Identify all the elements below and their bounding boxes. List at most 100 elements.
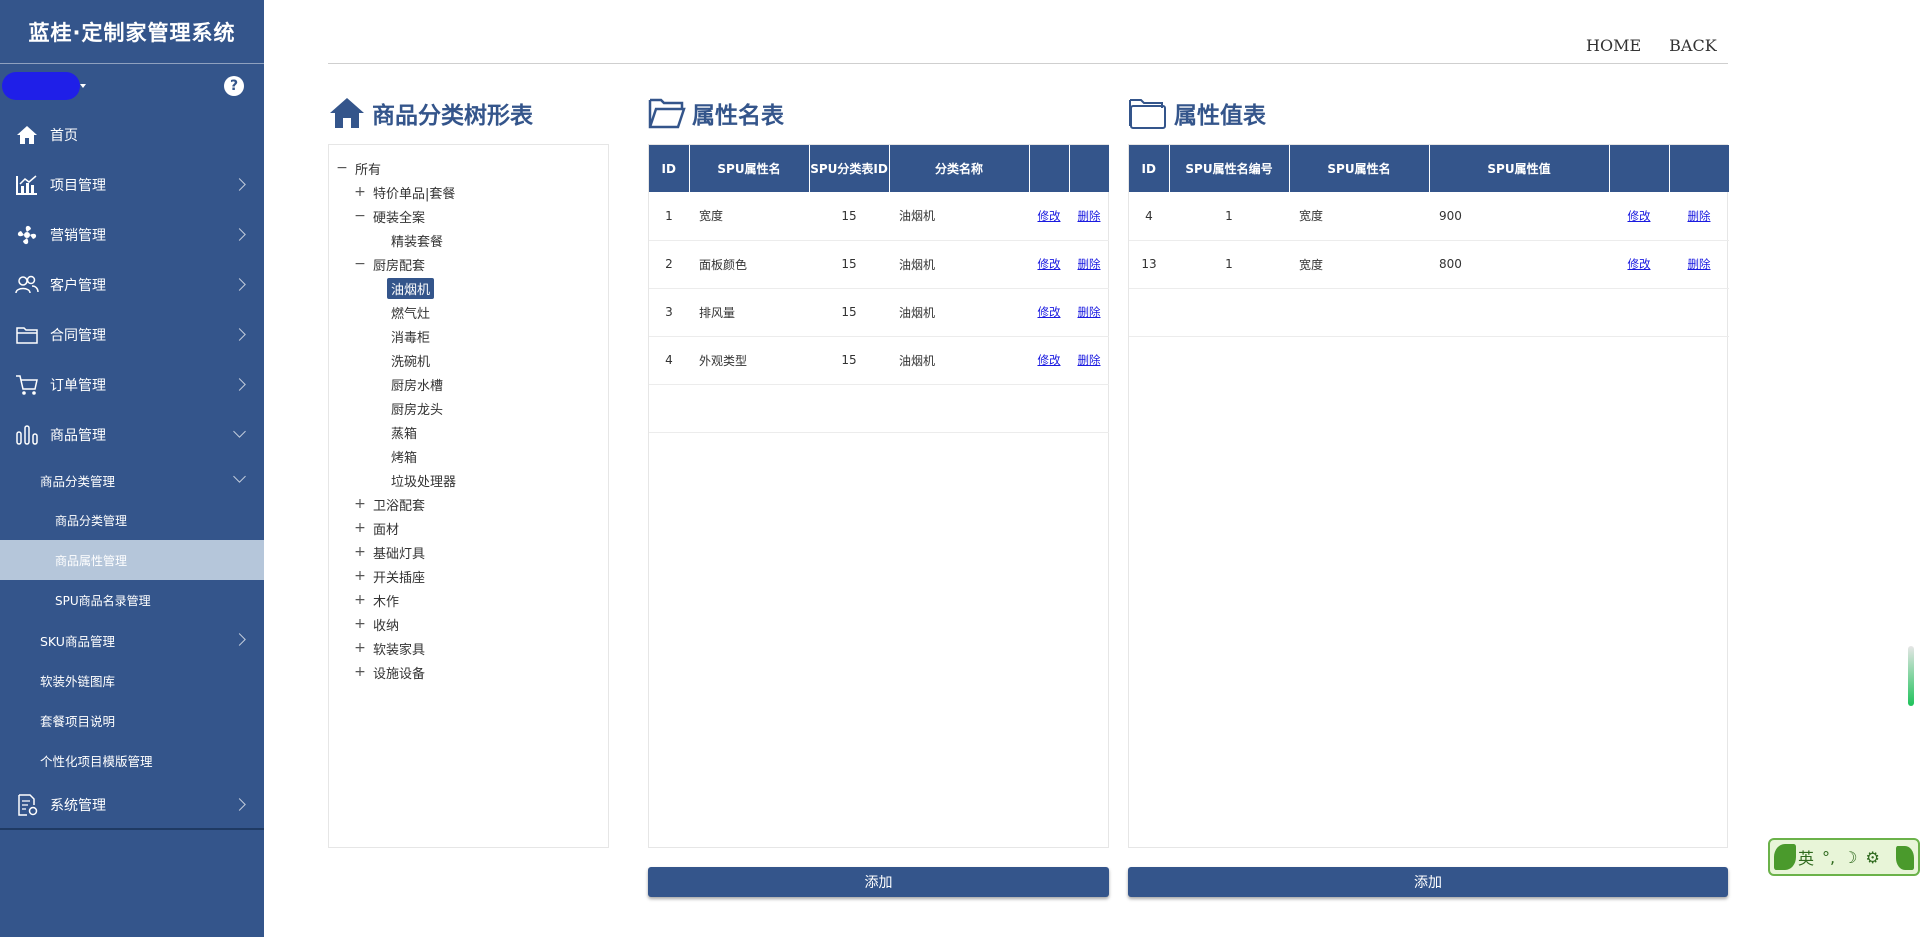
table-row[interactable]: 4 1 宽度 900 修改 删除	[1129, 192, 1729, 241]
tree-node[interactable]: 蒸箱	[369, 421, 421, 443]
tree-node-label[interactable]: 软装家具	[369, 638, 429, 659]
tree-node[interactable]: 烤箱	[369, 445, 421, 467]
tree-node[interactable]: 消毒柜	[369, 325, 434, 347]
sidebar-sub-soft-links[interactable]: 软装外链图库	[0, 660, 264, 700]
expand-icon[interactable]: +	[351, 640, 369, 656]
expand-icon[interactable]: +	[351, 616, 369, 632]
tree-node-selected[interactable]: 油烟机	[369, 277, 435, 299]
tree-node[interactable]: 垃圾处理器	[369, 469, 460, 491]
sidebar-sub-package-desc[interactable]: 套餐项目说明	[0, 700, 264, 740]
sidebar-item-home[interactable]: 首页	[0, 110, 264, 160]
expand-icon[interactable]: +	[351, 568, 369, 584]
delete-link[interactable]: 删除	[1688, 257, 1711, 271]
tree-node-label[interactable]: 洗碗机	[387, 350, 434, 371]
tree-node-label[interactable]: 硬装全案	[369, 206, 429, 227]
tree-node-label[interactable]: 厨房配套	[369, 254, 429, 275]
sidebar-item-contracts[interactable]: 合同管理	[0, 310, 264, 360]
sidebar-item-marketing[interactable]: 营销管理	[0, 210, 264, 260]
expand-icon[interactable]: +	[351, 520, 369, 536]
tree-node-label[interactable]: 收纳	[369, 614, 403, 635]
expand-icon[interactable]: +	[351, 496, 369, 512]
tree-node[interactable]: 厨房水槽	[369, 373, 447, 395]
punctuation-icon[interactable]: °,	[1822, 848, 1835, 867]
delete-link[interactable]: 删除	[1078, 305, 1101, 319]
add-attr-name-button[interactable]: 添加	[648, 867, 1109, 897]
sidebar-sub-category-manage[interactable]: 商品分类管理	[0, 500, 264, 540]
tree-node[interactable]: + 卫浴配套	[351, 493, 429, 515]
sidebar-item-projects[interactable]: 项目管理	[0, 160, 264, 210]
sidebar-sub-sku-manage[interactable]: SKU商品管理	[0, 620, 264, 660]
delete-link[interactable]: 删除	[1078, 209, 1101, 223]
gear-icon[interactable]: ⚙	[1865, 848, 1879, 867]
ime-lang-label[interactable]: 英	[1798, 845, 1814, 869]
expand-icon[interactable]: +	[351, 184, 369, 200]
delete-link[interactable]: 删除	[1078, 257, 1101, 271]
tree-node[interactable]: 洗碗机	[369, 349, 434, 371]
expand-icon[interactable]: +	[351, 664, 369, 680]
help-icon[interactable]: ?	[224, 76, 244, 96]
tree-node[interactable]: + 收纳	[351, 613, 403, 635]
tree-node-label[interactable]: 面材	[369, 518, 403, 539]
edit-link[interactable]: 修改	[1628, 257, 1651, 271]
tree-node-label[interactable]: 木作	[369, 590, 403, 611]
delete-link[interactable]: 删除	[1688, 209, 1711, 223]
edit-link[interactable]: 修改	[1038, 305, 1061, 319]
edit-link[interactable]: 修改	[1038, 353, 1061, 367]
sidebar-sub-personal-template[interactable]: 个性化项目模版管理	[0, 740, 264, 780]
tree-node[interactable]: + 特价单品|套餐	[351, 181, 459, 203]
delete-link[interactable]: 删除	[1078, 353, 1101, 367]
tree-node-label[interactable]: 燃气灶	[387, 302, 434, 323]
sidebar-item-goods[interactable]: 商品管理	[0, 410, 264, 460]
table-row[interactable]: 2 面板颜色 15 油烟机 修改 删除	[649, 240, 1109, 289]
tree-node-label[interactable]: 基础灯具	[369, 542, 429, 563]
back-link[interactable]: BACK	[1669, 36, 1717, 55]
tree-node-label[interactable]: 特价单品|套餐	[369, 182, 459, 203]
tree-node-label[interactable]: 垃圾处理器	[387, 470, 460, 491]
tree-node-label[interactable]: 开关插座	[369, 566, 429, 587]
tree-node[interactable]: + 设施设备	[351, 661, 429, 683]
expand-icon[interactable]: +	[351, 544, 369, 560]
tree-node-label[interactable]: 厨房龙头	[387, 398, 447, 419]
tree-node[interactable]: + 面材	[351, 517, 403, 539]
moon-icon[interactable]: ☽	[1843, 848, 1857, 867]
tree-node[interactable]: + 软装家具	[351, 637, 429, 659]
sidebar-sub-category-group[interactable]: 商品分类管理	[0, 460, 264, 500]
expand-icon[interactable]: +	[351, 592, 369, 608]
tree-node[interactable]: 厨房龙头	[369, 397, 447, 419]
tree-node[interactable]: + 开关插座	[351, 565, 429, 587]
sidebar-item-orders[interactable]: 订单管理	[0, 360, 264, 410]
edit-link[interactable]: 修改	[1038, 257, 1061, 271]
tree-node[interactable]: 精装套餐	[369, 229, 447, 251]
tree-node-label[interactable]: 油烟机	[387, 277, 435, 299]
edit-link[interactable]: 修改	[1038, 209, 1061, 223]
tree-node-label[interactable]: 消毒柜	[387, 326, 434, 347]
collapse-icon[interactable]: −	[351, 256, 369, 272]
tree-node[interactable]: − 所有	[333, 157, 385, 179]
tree-node-label[interactable]: 设施设备	[369, 662, 429, 683]
tree-node[interactable]: + 基础灯具	[351, 541, 429, 563]
sidebar-item-customers[interactable]: 客户管理	[0, 260, 264, 310]
table-row[interactable]: 4 外观类型 15 油烟机 修改 删除	[649, 336, 1109, 385]
sidebar-sub-spu-manage[interactable]: SPU商品名录管理	[0, 580, 264, 620]
sidebar-item-system[interactable]: 系统管理	[0, 780, 264, 830]
scroll-indicator[interactable]	[1908, 646, 1914, 706]
collapse-icon[interactable]: −	[351, 208, 369, 224]
home-link[interactable]: HOME	[1586, 36, 1641, 55]
tree-node-label[interactable]: 卫浴配套	[369, 494, 429, 515]
tree-node[interactable]: 燃气灶	[369, 301, 434, 323]
tree-node-label[interactable]: 厨房水槽	[387, 374, 447, 395]
edit-link[interactable]: 修改	[1628, 209, 1651, 223]
table-row[interactable]: 13 1 宽度 800 修改 删除	[1129, 240, 1729, 289]
tree-node[interactable]: − 厨房配套	[351, 253, 429, 275]
tree-node-label[interactable]: 精装套餐	[387, 230, 447, 251]
tree-node-label[interactable]: 烤箱	[387, 446, 421, 467]
add-attr-value-button[interactable]: 添加	[1128, 867, 1728, 897]
tree-node[interactable]: + 木作	[351, 589, 403, 611]
tree-node[interactable]: − 硬装全案	[351, 205, 429, 227]
table-row[interactable]: 3 排风量 15 油烟机 修改 删除	[649, 288, 1109, 337]
collapse-icon[interactable]: −	[333, 160, 351, 176]
user-avatar[interactable]	[2, 72, 80, 100]
user-caret-icon[interactable]	[80, 84, 86, 88]
tree-node-label[interactable]: 所有	[351, 158, 385, 179]
tree-node-label[interactable]: 蒸箱	[387, 422, 421, 443]
